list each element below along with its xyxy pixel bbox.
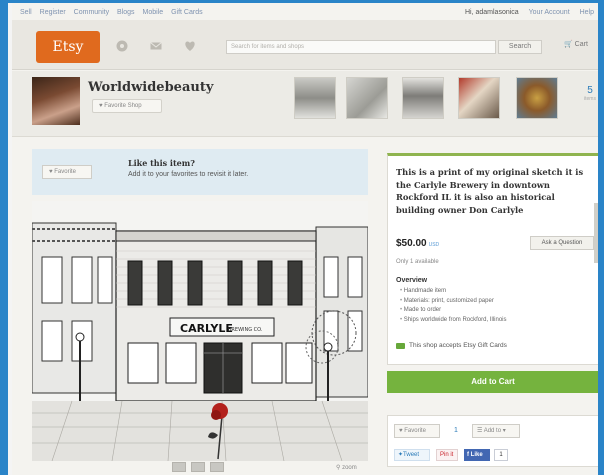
gift-card-icon	[396, 342, 405, 349]
overview-item: Handmade item	[400, 287, 506, 297]
list-icon: ☰	[477, 428, 484, 434]
shop-item-thumbnail[interactable]	[402, 77, 444, 119]
carlyle-brewery-sketch: CARLYLE BREWING CO.	[32, 201, 368, 461]
add-to-cart-button[interactable]: Add to Cart	[387, 371, 598, 393]
overview-item: Made to order	[400, 306, 506, 316]
shop-item-thumbnail[interactable]	[458, 77, 500, 119]
overview-item[interactable]: Ships worldwide from Rockford, Illinois	[400, 316, 507, 326]
shop-item-count[interactable]: 5 items	[578, 85, 598, 102]
compass-icon[interactable]	[108, 33, 136, 59]
scrollbar-thumb[interactable]	[594, 203, 598, 263]
favorite-button-label: Favorite	[404, 428, 426, 434]
favorite-shop-button[interactable]: ♥ Favorite Shop	[92, 99, 162, 113]
mail-icon[interactable]	[142, 33, 170, 59]
favorite-prompt-subtitle: Add it to your favorites to revisit it l…	[128, 171, 249, 178]
shop-avatar[interactable]	[32, 77, 80, 125]
shop-name[interactable]: Worldwidebeauty	[88, 80, 213, 95]
shop-item-thumbnail[interactable]	[294, 77, 336, 119]
shop-banner: Worldwidebeauty ♥ Favorite Shop 5 items	[12, 71, 598, 137]
user-greeting[interactable]: Hi, adamlasonica	[465, 9, 519, 16]
heart-icon[interactable]	[176, 33, 204, 59]
page-frame: Sell Register Community Blogs Mobile Gif…	[8, 3, 598, 475]
top-link-mobile[interactable]: Mobile	[143, 9, 164, 16]
like-label: Like	[470, 452, 483, 458]
site-header: Etsy Search for items and shops Search 🛒…	[12, 20, 598, 70]
gift-card-text: This shop accepts Etsy Gift Cards	[409, 342, 507, 349]
ask-question-button[interactable]: Ask a Question	[530, 236, 594, 250]
availability-text: Only 1 available	[396, 259, 439, 265]
zoom-label: zoom	[342, 465, 357, 471]
item-count-value: 5	[587, 85, 593, 96]
tweet-label: Tweet	[403, 452, 420, 458]
favorite-count[interactable]: 1	[454, 427, 458, 434]
social-actions: ♥ Favorite 1 ☰ Add to ▾ ✦Tweet Pin it f …	[387, 415, 598, 467]
overview-list: Handmade item Materials: print, customiz…	[400, 287, 507, 326]
top-links-bar: Sell Register Community Blogs Mobile Gif…	[12, 3, 598, 20]
shop-item-thumbnail[interactable]	[346, 77, 388, 119]
cart-icon: 🛒	[564, 41, 573, 48]
cart-link[interactable]: 🛒 Cart	[564, 40, 588, 48]
etsy-logo[interactable]: Etsy	[36, 31, 100, 63]
favorite-button[interactable]: ♥ Favorite	[394, 424, 440, 438]
your-account-link[interactable]: Your Account	[529, 9, 570, 16]
listing-info-panel: This is a print of my original sketch it…	[387, 153, 598, 365]
listing-price: $50.00 USD	[396, 238, 439, 249]
price-currency[interactable]: USD	[429, 242, 440, 248]
carlyle-sign-subtext: BREWING CO.	[228, 327, 263, 333]
image-thumbnail-strip	[172, 462, 224, 472]
listing-title: This is a print of my original sketch it…	[396, 167, 584, 215]
favorite-prompt: ♥ Favorite Like this item? Add it to you…	[32, 149, 368, 195]
top-link-sell[interactable]: Sell	[20, 9, 32, 16]
cart-label: Cart	[574, 41, 588, 48]
pin-it-button[interactable]: Pin it	[436, 449, 458, 461]
overview-heading: Overview	[396, 277, 428, 284]
top-link-gift-cards[interactable]: Gift Cards	[171, 9, 203, 16]
add-to-label: Add to	[483, 428, 502, 434]
favorite-item-button[interactable]: ♥ Favorite	[42, 165, 92, 179]
image-thumbnail[interactable]	[210, 462, 224, 472]
favorite-prompt-title: Like this item?	[128, 158, 195, 168]
gift-card-note: This shop accepts Etsy Gift Cards	[396, 342, 507, 349]
tweet-button[interactable]: ✦Tweet	[394, 449, 430, 461]
facebook-like-button[interactable]: f Like	[464, 449, 490, 461]
price-value: $50.00	[396, 238, 427, 249]
image-thumbnail[interactable]	[172, 462, 186, 472]
help-link[interactable]: Help	[580, 9, 594, 16]
listing-main-image[interactable]: CARLYLE BREWING CO.	[32, 201, 368, 461]
zoom-link[interactable]: ⚲ zoom	[336, 464, 357, 471]
search-button[interactable]: Search	[498, 40, 542, 54]
top-link-register[interactable]: Register	[40, 9, 66, 16]
chevron-down-icon: ▾	[501, 428, 506, 434]
item-count-label: items	[584, 96, 596, 102]
top-link-blogs[interactable]: Blogs	[117, 9, 135, 16]
overview-item: Materials: print, customized paper	[400, 297, 506, 307]
image-thumbnail[interactable]	[191, 462, 205, 472]
top-link-community[interactable]: Community	[74, 9, 109, 16]
add-to-list-button[interactable]: ☰ Add to ▾	[472, 424, 520, 438]
search-input[interactable]: Search for items and shops	[226, 40, 496, 54]
carlyle-sign-text: CARLYLE	[180, 322, 233, 335]
favorite-label: Favorite	[54, 169, 76, 175]
shop-item-thumbnail[interactable]	[516, 77, 558, 119]
favorite-shop-label: Favorite Shop	[104, 103, 142, 109]
like-count: 1	[494, 449, 508, 461]
